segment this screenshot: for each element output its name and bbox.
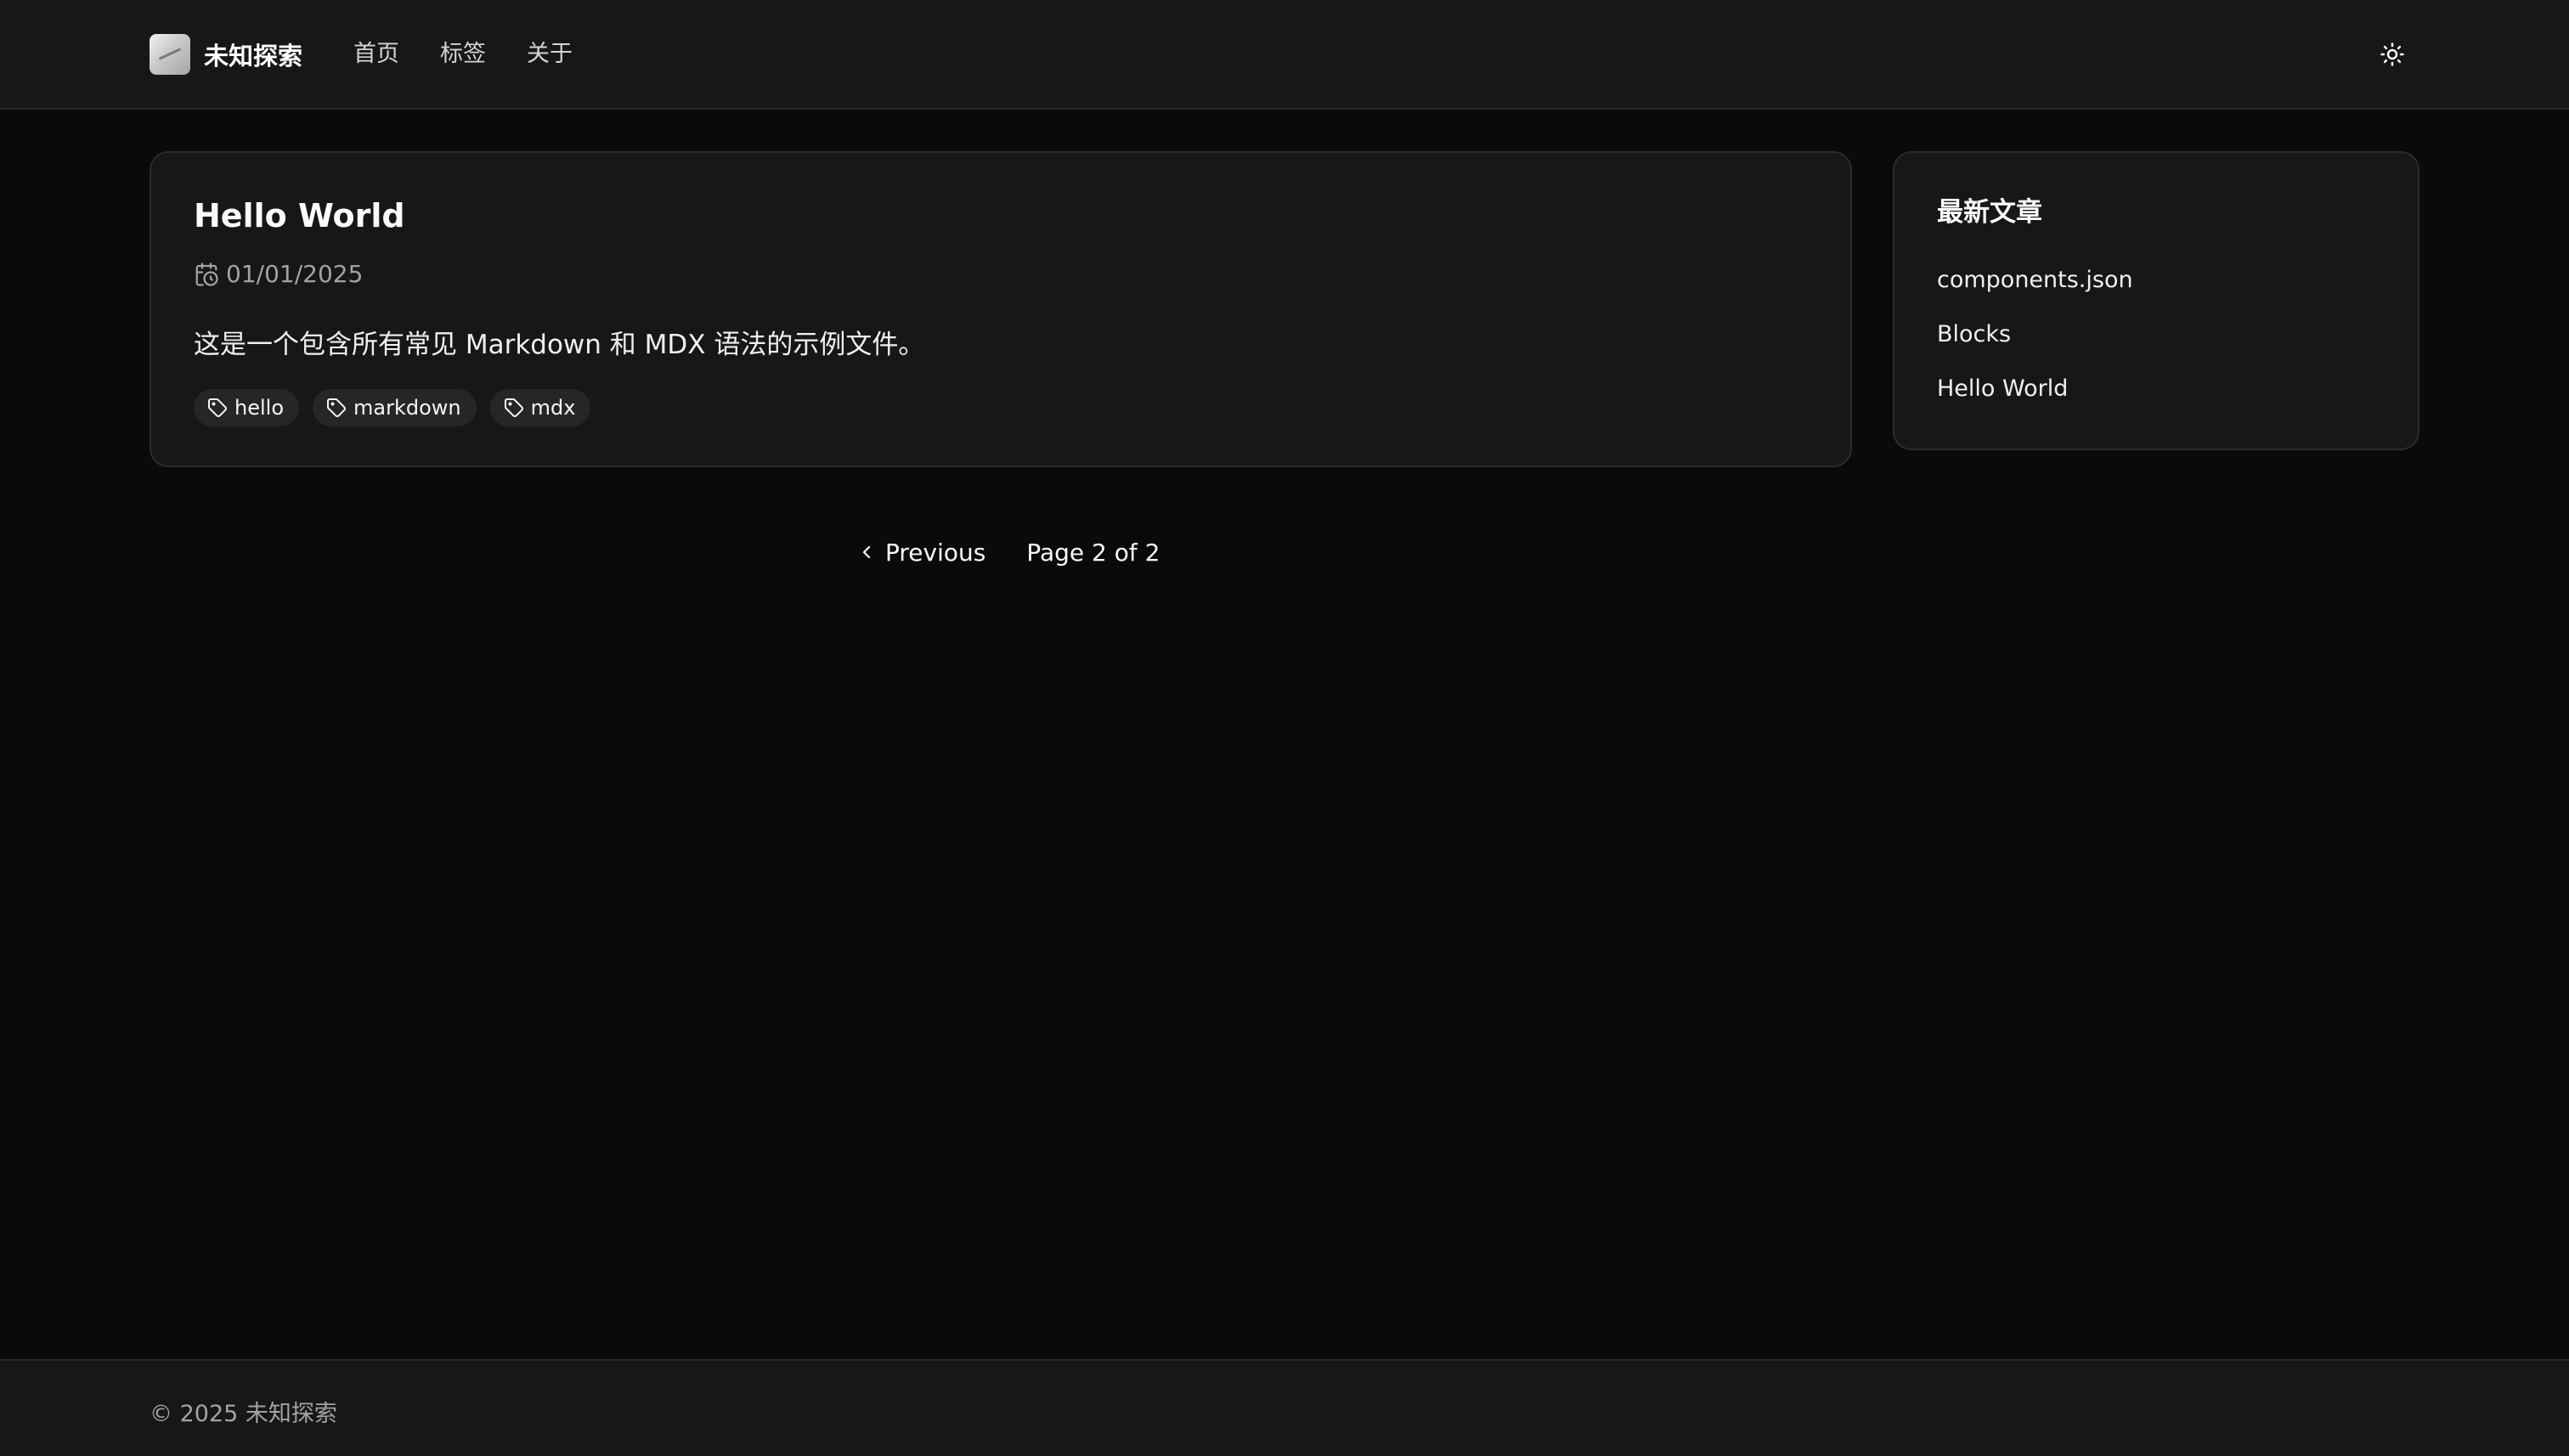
pagination: Previous Page 2 of 2 [856,535,1160,569]
recent-post-link[interactable]: Hello World [1937,372,2133,426]
recent-post-link[interactable]: components.json [1937,263,2133,318]
post-tags: hello markdown mdx [194,389,591,426]
recent-posts-sidebar: 最新文章 components.json Blocks Hello World [1893,151,2419,450]
tag-icon [208,398,227,417]
recent-posts-list: components.json Blocks Hello World [1937,263,2133,426]
chevron-left-icon [862,545,871,559]
post-date: 01/01/2025 [226,260,364,288]
tag-markdown[interactable]: markdown [313,389,477,426]
previous-page-button[interactable]: Previous [856,535,985,569]
theme-toggle-button[interactable] [2372,36,2413,73]
site-name[interactable]: 未知探索 [204,37,302,72]
nav-about-link[interactable]: 关于 [527,36,573,73]
post-excerpt: 这是一个包含所有常见 Markdown 和 MDX 语法的示例文件。 [194,330,925,360]
site-logo[interactable] [150,34,190,75]
nav-home-link[interactable]: 首页 [353,36,399,73]
tag-icon [327,398,346,417]
calendar-clock-icon [195,262,218,286]
site-brand[interactable]: 未知探索 [150,34,302,75]
post-card[interactable]: Hello World 01/01/2025 这是一个包含所有常见 Markdo… [150,151,1852,467]
tag-label: hello [234,396,284,420]
main-nav: 首页 标签 关于 [353,36,573,73]
tag-hello[interactable]: hello [194,389,299,426]
previous-label: Previous [885,538,986,567]
nav-tags-link[interactable]: 标签 [440,36,486,73]
tag-label: markdown [353,396,461,420]
sidebar-title: 最新文章 [1937,197,2042,228]
post-meta: 01/01/2025 [194,260,363,288]
recent-post-link[interactable]: Blocks [1937,318,2133,372]
copyright-text: © 2025 未知探索 [150,1401,337,1427]
page-indicator: Page 2 of 2 [1026,538,1160,567]
tag-icon [504,398,523,417]
post-title[interactable]: Hello World [194,197,405,234]
site-header: 未知探索 首页 标签 关于 [0,0,2569,110]
tag-label: mdx [530,396,576,420]
tag-mdx[interactable]: mdx [489,389,591,426]
sun-icon [2380,42,2404,66]
site-footer: © 2025 未知探索 [0,1359,2569,1456]
